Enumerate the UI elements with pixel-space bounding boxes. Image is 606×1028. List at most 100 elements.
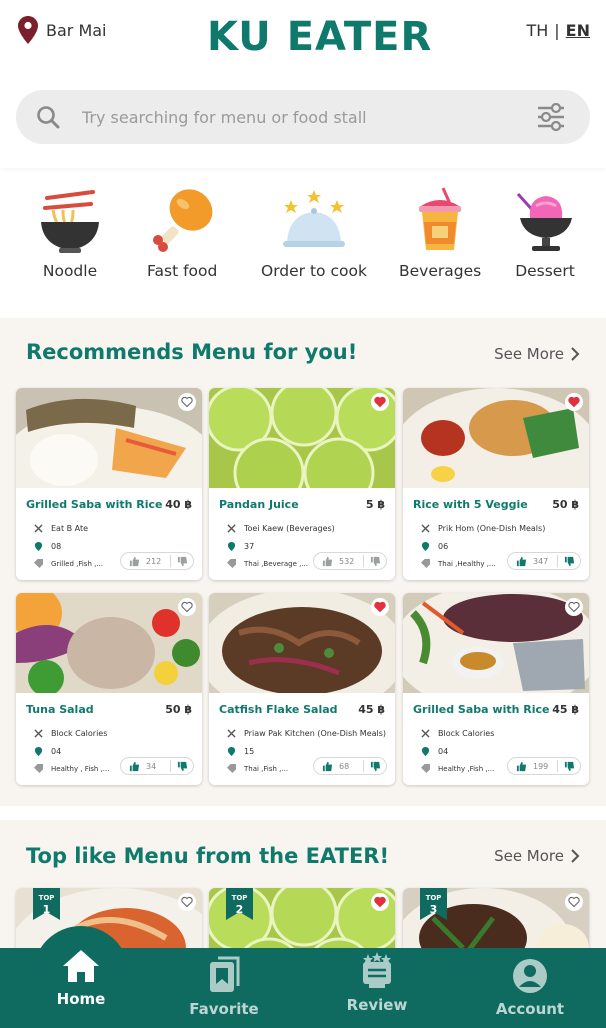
- nav-label: Favorite: [189, 1000, 259, 1018]
- like-count: 347: [533, 556, 549, 566]
- menu-card[interactable]: Grilled Saba with Rice 45 ฿ Block Calori…: [403, 593, 589, 785]
- zone-row: 37: [227, 542, 254, 551]
- search-input[interactable]: [82, 100, 512, 134]
- ice-cream-icon: [516, 192, 572, 251]
- nav-home[interactable]: Home: [26, 946, 136, 1026]
- rank-badge: TOP 1: [33, 888, 60, 920]
- category-bar: Noodle Fast food Order to cook Beverages…: [0, 168, 606, 318]
- stall-name: Prik Hom (One-Dish Meals): [438, 524, 546, 533]
- divider: [557, 760, 558, 772]
- chevron-right-icon: [571, 849, 580, 863]
- language-switch: TH | EN: [526, 21, 590, 40]
- thumbs-down-icon[interactable]: [177, 556, 188, 567]
- bottom-navigation: Home Favorite Review Account: [0, 948, 606, 1028]
- drink-cup-icon: [419, 187, 462, 250]
- menu-name: Rice with 5 Veggie: [413, 498, 528, 511]
- menu-price: 45 ฿: [552, 703, 579, 716]
- thumbs-up-icon[interactable]: [322, 556, 333, 567]
- nav-review[interactable]: Review: [322, 952, 432, 1028]
- home-icon: [63, 950, 99, 982]
- tag-icon: [227, 764, 236, 773]
- thumbs-down-icon[interactable]: [370, 556, 381, 567]
- thumbs-up-icon[interactable]: [516, 761, 527, 772]
- like-count: 532: [339, 556, 355, 566]
- thumbs-down-icon[interactable]: [564, 556, 575, 567]
- toplike-see-more[interactable]: See More: [494, 847, 580, 865]
- account-icon: [513, 959, 547, 993]
- thumbs-down-icon[interactable]: [177, 761, 188, 772]
- review-icon: [363, 952, 391, 988]
- stall-row: Prik Hom (One-Dish Meals): [421, 524, 545, 533]
- category-dessert[interactable]: Dessert: [510, 186, 580, 280]
- search-icon: [37, 106, 60, 129]
- menu-price: 45 ฿: [358, 703, 385, 716]
- food-photo: [209, 593, 395, 693]
- zone-row: 06: [421, 542, 448, 551]
- favorite-button[interactable]: [371, 893, 389, 911]
- favorite-button[interactable]: [565, 598, 583, 616]
- rank-badge: TOP 2: [226, 888, 253, 920]
- thumbs-up-icon[interactable]: [322, 761, 333, 772]
- lang-th[interactable]: TH: [526, 21, 548, 40]
- utensils-icon: [34, 729, 43, 738]
- category-order-to-cook[interactable]: Order to cook: [261, 186, 367, 280]
- lang-en[interactable]: EN: [566, 21, 590, 40]
- category-noodle[interactable]: Noodle: [35, 186, 105, 280]
- tags-text: Grilled ,Fish ,...: [51, 559, 104, 568]
- divider: [170, 555, 171, 567]
- nav-favorite[interactable]: Favorite: [169, 956, 279, 1028]
- location-pin-icon: [18, 16, 38, 44]
- favorite-button[interactable]: [371, 598, 389, 616]
- menu-name: Pandan Juice: [219, 498, 299, 511]
- see-more-label: See More: [494, 847, 564, 865]
- menu-name: Grilled Saba with Rice: [413, 703, 550, 716]
- location-pin-icon: [421, 747, 430, 756]
- menu-card[interactable]: Rice with 5 Veggie 50 ฿ Prik Hom (One-Di…: [403, 388, 589, 580]
- like-counter: 212: [120, 552, 194, 570]
- filter-sliders-icon[interactable]: [536, 103, 566, 131]
- tags-text: Healthy ,Fish ,...: [438, 764, 495, 773]
- location-selector[interactable]: Bar Mai: [18, 16, 107, 44]
- menu-card[interactable]: Catfish Flake Salad 45 ฿ Priaw Pak Kitch…: [209, 593, 395, 785]
- favorite-button[interactable]: [565, 893, 583, 911]
- category-beverages[interactable]: Beverages: [399, 186, 481, 280]
- thumbs-up-icon[interactable]: [516, 556, 527, 567]
- chicken-leg-icon: [153, 189, 213, 252]
- favorite-button[interactable]: [565, 393, 583, 411]
- stall-name: Priaw Pak Kitchen (One-Dish Meals): [244, 729, 387, 738]
- zone-row: 15: [227, 747, 254, 756]
- location-pin-icon: [421, 542, 430, 551]
- nav-account[interactable]: Account: [475, 956, 585, 1028]
- like-counter: 34: [120, 757, 194, 775]
- see-more-label: See More: [494, 345, 564, 363]
- app-header: Bar Mai KU EATER TH | EN: [0, 0, 606, 168]
- tags-row: Thai ,Beverage ,...: [227, 559, 308, 568]
- tags-row: Healthy ,Fish ,...: [421, 764, 494, 773]
- favorite-button[interactable]: [178, 893, 196, 911]
- divider: [557, 555, 558, 567]
- zone-row: 04: [421, 747, 448, 756]
- tag-icon: [421, 764, 430, 773]
- category-fast-food[interactable]: Fast food: [147, 186, 217, 280]
- menu-card[interactable]: Grilled Saba with Rice 40 ฿ Eat B Ate 08…: [16, 388, 202, 580]
- stall-name: Block Calories: [51, 729, 108, 738]
- tag-icon: [421, 559, 430, 568]
- favorite-button[interactable]: [178, 598, 196, 616]
- stall-name: Toei Kaew (Beverages): [244, 524, 335, 533]
- menu-name: Tuna Salad: [26, 703, 94, 716]
- thumbs-up-icon[interactable]: [129, 761, 140, 772]
- favorite-button[interactable]: [371, 393, 389, 411]
- badge-label: TOP: [425, 894, 442, 902]
- favorite-button[interactable]: [178, 393, 196, 411]
- nav-label: Home: [56, 990, 106, 1008]
- thumbs-down-icon[interactable]: [370, 761, 381, 772]
- recommends-see-more[interactable]: See More: [494, 345, 580, 363]
- menu-name: Grilled Saba with Rice: [26, 498, 163, 511]
- thumbs-down-icon[interactable]: [564, 761, 575, 772]
- menu-card[interactable]: Pandan Juice 5 ฿ Toei Kaew (Beverages) 3…: [209, 388, 395, 580]
- like-count: 212: [146, 556, 162, 566]
- divider: [170, 760, 171, 772]
- thumbs-up-icon[interactable]: [129, 556, 140, 567]
- tags-text: Thai ,Beverage ,...: [244, 559, 308, 568]
- menu-card[interactable]: Tuna Salad 50 ฿ Block Calories 04 Health…: [16, 593, 202, 785]
